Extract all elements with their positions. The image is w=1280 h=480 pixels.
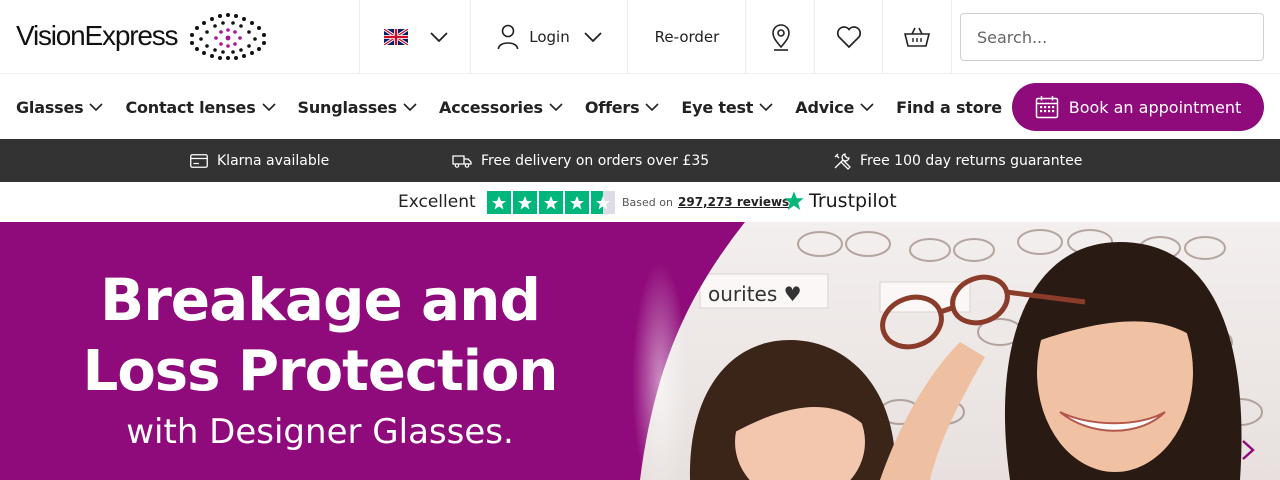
trustpilot-based-on: Based on	[622, 196, 673, 209]
nav-item-label: Sunglasses	[297, 97, 398, 117]
trustpilot-reviews-link[interactable]: 297,273 reviews	[678, 195, 789, 209]
nav-item-label: Contact lenses	[125, 97, 256, 117]
chevron-down-icon	[759, 103, 773, 111]
search-field[interactable]	[960, 13, 1264, 61]
star-icon	[513, 191, 537, 214]
language-selector[interactable]	[359, 0, 471, 74]
calendar-icon	[1035, 96, 1058, 119]
usp-delivery-text: Free delivery on orders over £35	[481, 152, 710, 169]
nav-item-label: Find a store	[896, 97, 1002, 117]
login-menu[interactable]: Login	[470, 0, 628, 74]
usp-returns[interactable]: Free 100 day returns guarantee	[833, 139, 1082, 182]
user-icon	[497, 24, 519, 50]
nav-item-sunglasses[interactable]: Sunglasses	[298, 98, 417, 117]
nav-item-label: Eye test	[681, 97, 754, 117]
uk-flag-icon	[383, 29, 408, 45]
star-icon	[565, 191, 589, 214]
nav-item-find-a-store[interactable]: Find a store	[896, 98, 1002, 117]
trustpilot-logo: Trustpilot	[783, 190, 897, 212]
logo[interactable]: VisionExpress	[16, 12, 267, 60]
chevron-down-icon	[429, 32, 448, 42]
half-star-icon	[591, 191, 615, 214]
wishlist-button[interactable]	[814, 0, 883, 74]
star-icon	[487, 191, 511, 214]
trustpilot-stars	[487, 191, 615, 214]
trustpilot-star-icon	[784, 191, 804, 210]
hero-banner[interactable]: Breakage and Loss Protection with Design…	[0, 222, 1280, 480]
search-input[interactable]	[961, 14, 1263, 60]
basket-button[interactable]	[882, 0, 952, 74]
nav-item-eye-test[interactable]: Eye test	[681, 98, 773, 117]
chevron-down-icon	[403, 103, 417, 111]
nav-item-label: Offers	[584, 97, 640, 117]
site-header: VisionExpress Login Re-order Search...	[0, 0, 1280, 74]
tools-icon	[834, 152, 851, 170]
usp-bar: Klarna available Free delivery on orders…	[0, 139, 1280, 182]
chevron-down-icon	[860, 103, 874, 111]
hero-subtitle: with Designer Glasses.	[126, 412, 514, 452]
nav-items: Glasses Contact lenses Sunglasses Access…	[16, 75, 1024, 139]
chevron-down-icon	[549, 103, 563, 111]
chevron-down-icon	[584, 32, 602, 42]
delivery-van-icon	[452, 154, 472, 168]
nav-item-label: Advice	[795, 97, 855, 117]
hero-title-line2: Loss Protection	[82, 339, 559, 404]
reorder-link[interactable]: Re-order	[627, 0, 746, 74]
store-locator-button[interactable]	[745, 0, 815, 74]
hero-title-line1: Breakage and	[100, 266, 541, 334]
usp-delivery[interactable]: Free delivery on orders over £35	[452, 139, 709, 182]
chevron-down-icon	[645, 103, 659, 111]
nav-item-accessories[interactable]: Accessories	[439, 98, 563, 117]
main-navigation: Glasses Contact lenses Sunglasses Access…	[0, 75, 1280, 139]
nav-item-contact-lenses[interactable]: Contact lenses	[125, 97, 276, 117]
hero-shelf-sign: ourites ♥	[708, 282, 802, 306]
logo-text: VisionExpress	[16, 20, 179, 51]
book-appointment-label: Book an appointment	[1068, 97, 1242, 117]
basket-icon	[904, 27, 930, 47]
nav-item-label: Glasses	[16, 97, 84, 117]
reorder-label: Re-order	[654, 28, 720, 46]
eye-logo-icon	[190, 13, 267, 60]
nav-item-advice[interactable]: Advice	[795, 98, 874, 117]
credit-card-icon	[190, 153, 208, 168]
login-label: Login	[529, 28, 570, 46]
chevron-down-icon	[89, 103, 104, 111]
star-icon	[539, 191, 563, 214]
book-appointment-button[interactable]: Book an appointment	[1012, 83, 1264, 131]
nav-item-glasses[interactable]: Glasses	[16, 97, 104, 117]
nav-item-label: Accessories	[439, 97, 543, 117]
usp-klarna[interactable]: Klarna available	[190, 139, 329, 182]
usp-klarna-text: Klarna available	[217, 152, 330, 169]
trustpilot-rating-text: Excellent	[398, 192, 476, 212]
usp-returns-text: Free 100 day returns guarantee	[860, 152, 1083, 169]
location-pin-icon	[771, 24, 790, 51]
trustpilot-widget[interactable]: Excellent Based on 297,273 reviews Trust…	[0, 182, 1280, 222]
chevron-down-icon	[261, 103, 276, 111]
trustpilot-brand: Trustpilot	[809, 190, 897, 212]
nav-item-offers[interactable]: Offers	[585, 98, 660, 117]
carousel-next-arrow-icon[interactable]	[1240, 438, 1256, 462]
heart-icon	[836, 26, 862, 49]
